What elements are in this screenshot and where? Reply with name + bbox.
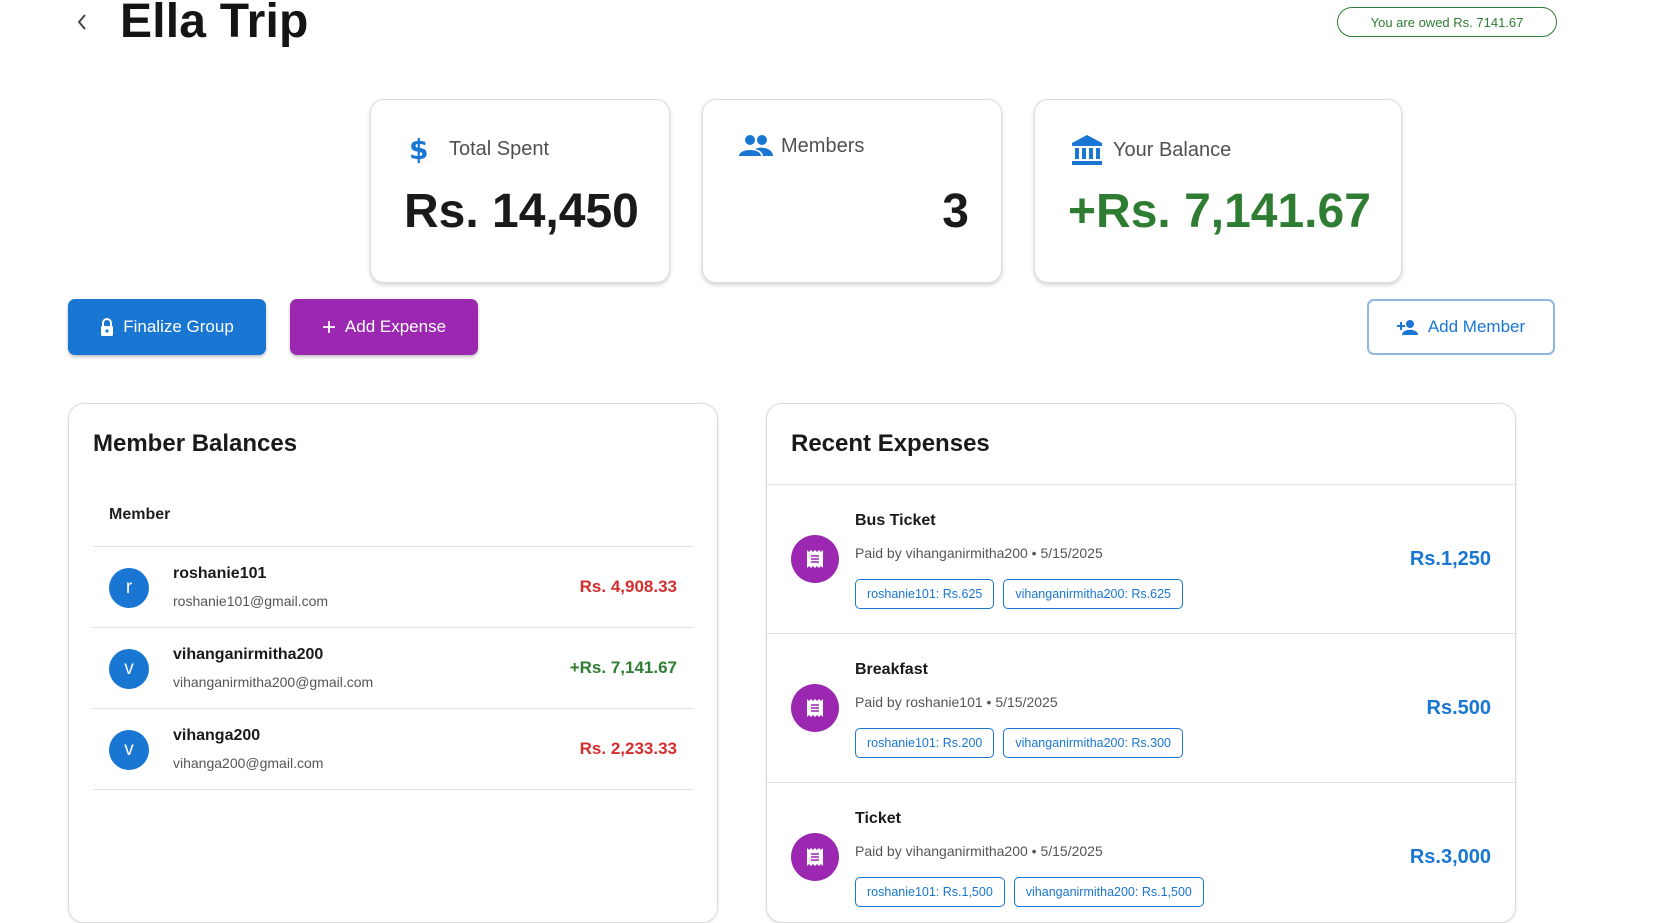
table-row: v vihanganirmitha200 vihanganirmitha200@… (93, 628, 693, 709)
person-add-icon (1396, 319, 1419, 335)
finalize-group-button[interactable]: Finalize Group (68, 299, 266, 355)
member-balance-amount: Rs. 2,233.33 (579, 739, 677, 758)
bank-icon (1071, 134, 1107, 166)
back-button[interactable] (70, 10, 94, 34)
expense-meta: Paid by vihanganirmitha200 • 5/15/2025 (855, 545, 1103, 561)
receipt-icon (791, 684, 839, 732)
your-balance-value: +Rs. 7,141.67 (1068, 185, 1371, 238)
member-balances-title: Member Balances (93, 430, 298, 457)
add-expense-label: Add Expense (344, 317, 447, 336)
expense-amount: Rs.3,000 (1409, 846, 1491, 868)
avatar: v (109, 649, 149, 689)
avatar: v (109, 730, 149, 770)
owed-status-chip: You are owed Rs. 7141.67 (1337, 7, 1557, 37)
members-count: 3 (942, 185, 969, 238)
add-member-button[interactable]: Add Member (1367, 299, 1555, 355)
list-item[interactable]: Breakfast Paid by roshanie101 • 5/15/202… (767, 634, 1515, 783)
list-item[interactable]: Ticket Paid by vihanganirmitha200 • 5/15… (767, 783, 1515, 922)
total-spent-card: $ Total Spent Rs. 14,450 (370, 99, 670, 283)
split-chip: roshanie101: Rs.1,500 (855, 877, 1005, 907)
recent-expenses-title: Recent Expenses (791, 430, 990, 457)
split-chips: roshanie101: Rs.625 vihanganirmitha200: … (855, 579, 1192, 609)
list-item[interactable]: Bus Ticket Paid by vihanganirmitha200 • … (767, 485, 1515, 634)
expense-name: Bus Ticket (855, 512, 936, 529)
member-column-header: Member (109, 506, 171, 523)
member-balance-amount: +Rs. 7,141.67 (569, 658, 677, 677)
people-icon (739, 134, 775, 158)
table-row: v vihanga200 vihanga200@gmail.com Rs. 2,… (93, 709, 693, 790)
split-chip: roshanie101: Rs.200 (855, 728, 995, 758)
add-member-label: Add Member (1427, 317, 1526, 336)
avatar: r (109, 568, 149, 608)
member-email: vihanganirmitha200@gmail.com (173, 674, 374, 690)
balances-table-header: Member (93, 502, 693, 547)
expense-meta: Paid by roshanie101 • 5/15/2025 (855, 694, 1058, 710)
add-expense-button[interactable]: Add Expense (290, 299, 478, 355)
plus-icon (322, 320, 336, 334)
expense-meta: Paid by vihanganirmitha200 • 5/15/2025 (855, 843, 1103, 859)
member-name: vihanga200 (173, 727, 261, 744)
member-balances-panel: Member Balances Member r roshanie101 ros… (68, 403, 718, 923)
page-title: Ella Trip (120, 0, 309, 48)
expense-amount: Rs.500 (1426, 697, 1492, 719)
member-email: vihanga200@gmail.com (173, 755, 324, 771)
dollar-icon: $ (407, 134, 443, 164)
split-chip: roshanie101: Rs.625 (855, 579, 995, 609)
your-balance-card: Your Balance +Rs. 7,141.67 (1034, 99, 1402, 283)
chevron-left-icon (77, 14, 86, 30)
member-email: roshanie101@gmail.com (173, 593, 329, 609)
split-chips: roshanie101: Rs.200 vihanganirmitha200: … (855, 728, 1192, 758)
total-spent-label: Total Spent (449, 137, 550, 160)
split-chip: vihanganirmitha200: Rs.1,500 (1013, 877, 1204, 907)
table-row: r roshanie101 roshanie101@gmail.com Rs. … (93, 547, 693, 628)
lock-icon (100, 318, 114, 336)
expense-amount: Rs.1,250 (1409, 548, 1491, 570)
members-card: Members 3 (702, 99, 1002, 283)
expense-name: Ticket (855, 810, 901, 827)
member-balance-amount: Rs. 4,908.33 (579, 577, 677, 596)
your-balance-label: Your Balance (1113, 138, 1232, 161)
member-name: vihanganirmitha200 (173, 646, 324, 663)
split-chips: roshanie101: Rs.1,500 vihanganirmitha200… (855, 877, 1213, 907)
receipt-icon (791, 833, 839, 881)
finalize-group-label: Finalize Group (123, 317, 234, 336)
total-spent-value: Rs. 14,450 (404, 185, 639, 238)
members-label: Members (781, 134, 865, 157)
svg-text:$: $ (409, 134, 427, 164)
expense-name: Breakfast (855, 661, 928, 678)
member-name: roshanie101 (173, 565, 267, 582)
split-chip: vihanganirmitha200: Rs.625 (1003, 579, 1184, 609)
recent-expenses-panel: Recent Expenses Bus Ticket Paid by vihan… (766, 403, 1516, 923)
split-chip: vihanganirmitha200: Rs.300 (1003, 728, 1184, 758)
receipt-icon (791, 535, 839, 583)
